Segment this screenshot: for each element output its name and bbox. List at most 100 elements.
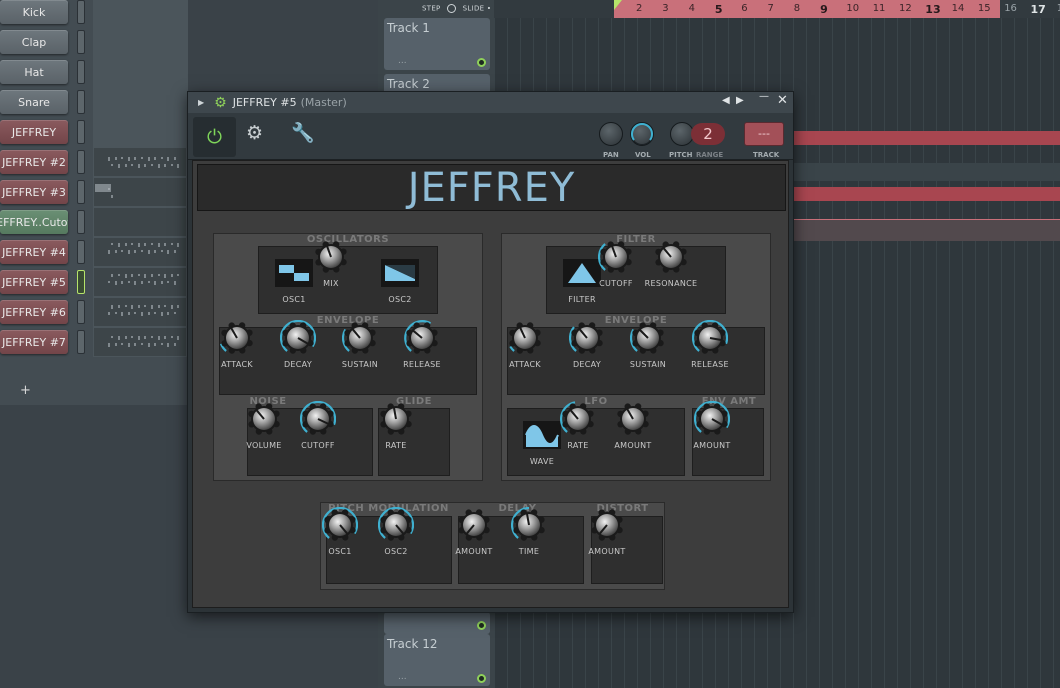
track-label: Track 2	[387, 77, 430, 91]
track-mute-led[interactable]	[477, 674, 486, 683]
channel-settings-button[interactable]: ⚙	[246, 122, 263, 144]
noise-cutoff-knob[interactable]	[299, 400, 337, 437]
step-toggle-icon[interactable]	[447, 4, 457, 13]
osc2-wave-selector[interactable]	[381, 259, 419, 287]
channel-pattern-preview[interactable]	[94, 208, 186, 236]
channel-pattern-preview[interactable]	[94, 148, 186, 176]
track-mute-led[interactable]	[477, 58, 486, 67]
step-label: STEP	[422, 4, 441, 13]
decay-knob[interactable]	[569, 320, 605, 356]
channel-button[interactable]: JEFFREY #7	[0, 330, 68, 354]
channel-select-led[interactable]	[77, 120, 85, 144]
loop-region[interactable]	[614, 0, 1000, 18]
playhead-icon[interactable]	[614, 0, 622, 10]
prev-preset-icon[interactable]: ◀	[722, 95, 730, 106]
channel-button[interactable]: Clap	[0, 30, 68, 54]
plugin-titlebar[interactable]: ▶ ⚙ JEFFREY #5 (Master) ◀ ▶ — ✕	[188, 91, 793, 113]
channel-pattern-preview[interactable]	[94, 268, 186, 296]
track-mute-led[interactable]	[477, 621, 486, 630]
channel-select-led[interactable]	[77, 90, 85, 114]
channel-button[interactable]: JEFFREY #2	[0, 150, 68, 174]
lfo-rate-label: RATE	[567, 441, 589, 450]
track-dots: ...	[398, 672, 407, 682]
release-knob[interactable]	[404, 320, 440, 356]
mixer-track-selector[interactable]: ---	[744, 122, 784, 146]
channel-pattern-preview[interactable]	[94, 178, 186, 206]
mix-knob[interactable]	[313, 239, 349, 275]
glide-rate-knob[interactable]	[378, 401, 414, 437]
next-preset-icon[interactable]: ▶	[736, 95, 744, 106]
plugin-subtitle: (Master)	[300, 96, 347, 109]
pitch-range-value[interactable]: 2	[691, 123, 725, 145]
channel-button[interactable]: JEFFREY..Cutoff	[0, 210, 68, 234]
volume-knob[interactable]	[630, 122, 654, 146]
channel-button[interactable]: JEFFREY #6	[0, 300, 68, 324]
attack-label: ATTACK	[509, 360, 541, 369]
decay-label: DECAY	[283, 360, 313, 369]
channel-button[interactable]: JEFFREY #5	[0, 270, 68, 294]
volume-label: VOL	[635, 151, 651, 159]
osc1-label: OSC1	[282, 295, 306, 304]
sustain-knob[interactable]	[341, 320, 378, 356]
channel-button[interactable]: Kick	[0, 0, 68, 24]
channel-button[interactable]: Hat	[0, 60, 68, 84]
env-amount-knob[interactable]	[693, 400, 731, 437]
ruler-bar-number: 7	[767, 3, 774, 14]
delay-amount-knob[interactable]	[456, 507, 492, 543]
filter-type-label: FILTER	[568, 295, 596, 304]
attack-label: ATTACK	[221, 360, 253, 369]
channel-select-led[interactable]	[77, 180, 85, 204]
close-icon[interactable]: ✕	[777, 93, 788, 108]
channel-select-led[interactable]	[77, 300, 85, 324]
channel-select-led[interactable]	[77, 0, 85, 24]
ruler-bar-number: 6	[741, 3, 748, 14]
channel-button[interactable]: JEFFREY #3	[0, 180, 68, 204]
resonance-knob[interactable]	[653, 239, 689, 275]
channel-select-led[interactable]	[77, 210, 85, 234]
track-header[interactable]	[384, 612, 490, 634]
ruler-bar-number: 14	[951, 3, 965, 14]
ruler-bar-number: 4	[688, 3, 695, 14]
lfo-amount-knob[interactable]	[615, 401, 651, 437]
timeline-ruler[interactable]: 23456789101112131415161718192021	[494, 0, 1060, 18]
channel-select-led[interactable]	[77, 240, 85, 264]
channel-button[interactable]: Snare	[0, 90, 68, 114]
menu-arrow-icon[interactable]: ▶	[198, 98, 204, 107]
plugin-toolbar: ⏻ ⚙ 🔧 PAN VOL PITCH 2 RANGE --- TRACK	[188, 113, 793, 160]
decay-knob[interactable]	[279, 319, 317, 356]
add-channel-button[interactable]: +	[20, 383, 31, 398]
attack-knob[interactable]	[219, 320, 255, 356]
channel-pattern-preview[interactable]	[94, 298, 186, 326]
channel-pattern-preview[interactable]	[94, 238, 186, 266]
snap-controls[interactable]: STEP SLIDE •	[422, 4, 491, 13]
ruler-bar-number: 10	[846, 3, 860, 14]
track-header[interactable]: Track 12 ...	[384, 634, 490, 686]
filter-cutoff-knob[interactable]	[598, 239, 634, 275]
release-knob[interactable]	[691, 319, 729, 356]
channel-button[interactable]: JEFFREY	[0, 120, 68, 144]
misc-functions-button[interactable]: 🔧	[291, 121, 315, 144]
minimize-icon[interactable]: —	[759, 91, 769, 102]
filter-cutoff-label: CUTOFF	[599, 279, 633, 288]
pitch-mod-osc2-knob[interactable]	[377, 506, 415, 543]
delay-time-knob[interactable]	[510, 506, 547, 543]
slide-dot-icon[interactable]: •	[487, 5, 491, 13]
track-header[interactable]: Track 1 ...	[384, 18, 490, 70]
attack-knob[interactable]	[507, 320, 543, 356]
channel-pattern-preview[interactable]	[94, 328, 186, 356]
channel-select-led[interactable]	[77, 30, 85, 54]
channel-select-led[interactable]	[77, 60, 85, 84]
distort-amount-knob[interactable]	[589, 507, 625, 543]
distort-amount-label: AMOUNT	[588, 547, 626, 556]
channel-select-led[interactable]	[77, 150, 85, 174]
pitch-mod-osc1-knob[interactable]	[321, 506, 359, 543]
pan-knob[interactable]	[599, 122, 623, 146]
noise-volume-knob[interactable]	[246, 401, 282, 437]
gear-icon[interactable]: ⚙	[214, 96, 227, 110]
channel-button[interactable]: JEFFREY #4	[0, 240, 68, 264]
channel-select-led[interactable]	[77, 270, 85, 294]
sustain-knob[interactable]	[629, 320, 666, 356]
channel-select-led[interactable]	[77, 330, 85, 354]
plugin-view-button[interactable]: ⏻	[193, 117, 236, 157]
lfo-rate-knob[interactable]	[560, 401, 596, 437]
